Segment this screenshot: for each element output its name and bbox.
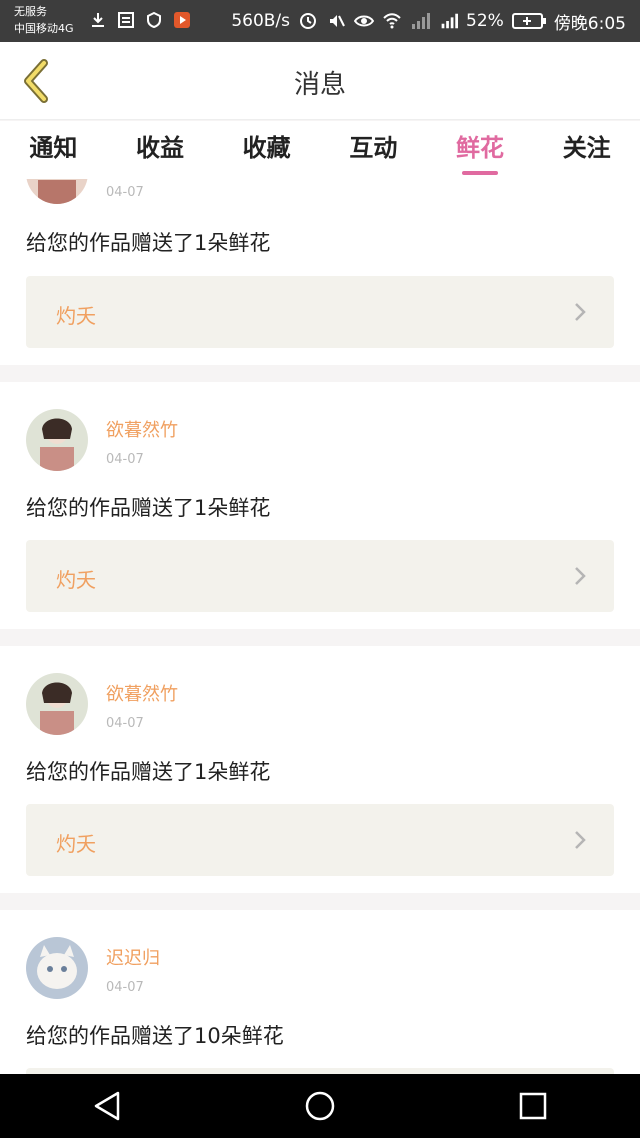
status-right: 560B/s 52% 傍晚6:05 bbox=[231, 0, 626, 42]
triangle-back-icon bbox=[94, 1091, 119, 1121]
chevron-right-icon bbox=[575, 303, 586, 321]
tab-flowers[interactable]: 鲜花 bbox=[427, 121, 534, 179]
item-date: 04-07 bbox=[106, 185, 144, 200]
circle-home-icon bbox=[305, 1091, 335, 1121]
video-app-icon bbox=[172, 10, 192, 30]
avatar[interactable] bbox=[26, 409, 88, 471]
system-nav-bar bbox=[0, 1074, 640, 1138]
mute-icon bbox=[326, 11, 346, 31]
list-item: 欲暮然竹 04-07 给您的作品赠送了1朵鲜花 灼夭 bbox=[0, 646, 640, 893]
battery-icon bbox=[511, 11, 546, 31]
status-bar: 无服务 中国移动4G 560B/s 52% 傍晚6:05 bbox=[0, 0, 640, 42]
work-title: 灼夭 bbox=[56, 832, 96, 856]
square-recents-icon bbox=[520, 1092, 547, 1120]
notification-icons bbox=[88, 10, 192, 30]
nav-recents-button[interactable] bbox=[501, 1074, 565, 1138]
tab-earnings[interactable]: 收益 bbox=[107, 121, 214, 179]
app-icon bbox=[116, 10, 136, 30]
list-item: 04-07 给您的作品赠送了1朵鲜花 灼夭 bbox=[0, 179, 640, 365]
tab-follow[interactable]: 关注 bbox=[533, 121, 640, 179]
nav-home-button[interactable] bbox=[288, 1074, 352, 1138]
work-title: 灼夭 bbox=[56, 568, 96, 592]
wifi-icon bbox=[382, 11, 402, 31]
page-title: 消息 bbox=[293, 70, 346, 100]
carrier-line-1: 无服务 bbox=[14, 5, 47, 18]
item-date: 04-07 bbox=[106, 980, 144, 995]
chevron-right-icon bbox=[575, 567, 586, 585]
item-date: 04-07 bbox=[106, 716, 144, 731]
list-item: 欲暮然竹 04-07 给您的作品赠送了1朵鲜花 灼夭 bbox=[0, 382, 640, 629]
list-item: 迟迟归 04-07 给您的作品赠送了10朵鲜花 bbox=[0, 910, 640, 1074]
nav-back-button[interactable] bbox=[75, 1074, 139, 1138]
download-icon bbox=[88, 10, 108, 30]
alarm-icon bbox=[298, 11, 318, 31]
shield-icon bbox=[144, 10, 164, 30]
item-message: 给您的作品赠送了10朵鲜花 bbox=[26, 1024, 284, 1048]
tab-notify[interactable]: 通知 bbox=[0, 121, 107, 179]
work-link[interactable]: 灼夭 bbox=[26, 540, 614, 612]
network-speed: 560B/s bbox=[231, 11, 291, 31]
work-link[interactable]: 灼夭 bbox=[26, 804, 614, 876]
clock: 傍晚6:05 bbox=[553, 13, 626, 34]
item-message: 给您的作品赠送了1朵鲜花 bbox=[26, 231, 271, 255]
signal-icon-4g bbox=[438, 11, 459, 31]
battery-percent: 52% bbox=[466, 11, 504, 31]
signal-icon-empty bbox=[410, 11, 431, 31]
tab-favorites[interactable]: 收藏 bbox=[213, 121, 320, 179]
header: 消息 bbox=[0, 42, 640, 120]
sender-name[interactable]: 欲暮然竹 bbox=[106, 416, 178, 442]
avatar[interactable] bbox=[26, 937, 88, 999]
sender-name[interactable]: 迟迟归 bbox=[106, 944, 160, 970]
item-date: 04-07 bbox=[106, 452, 144, 467]
message-list: 04-07 给您的作品赠送了1朵鲜花 灼夭 欲暮然竹 04-07 给您的作品赠送… bbox=[0, 179, 640, 1074]
work-link[interactable]: 灼夭 bbox=[26, 276, 614, 348]
tab-interaction[interactable]: 互动 bbox=[320, 121, 427, 179]
avatar[interactable] bbox=[26, 673, 88, 735]
sender-name[interactable]: 欲暮然竹 bbox=[106, 680, 178, 706]
carrier-line-2: 中国移动4G bbox=[14, 22, 74, 35]
eye-icon bbox=[354, 11, 375, 31]
tab-bar: 通知 收益 收藏 互动 鲜花 关注 bbox=[0, 121, 640, 179]
carrier-info: 无服务 中国移动4G bbox=[14, 3, 74, 37]
item-message: 给您的作品赠送了1朵鲜花 bbox=[26, 760, 271, 784]
avatar[interactable] bbox=[26, 179, 88, 204]
work-title: 灼夭 bbox=[56, 304, 96, 328]
item-message: 给您的作品赠送了1朵鲜花 bbox=[26, 496, 271, 520]
chevron-right-icon bbox=[575, 831, 586, 849]
